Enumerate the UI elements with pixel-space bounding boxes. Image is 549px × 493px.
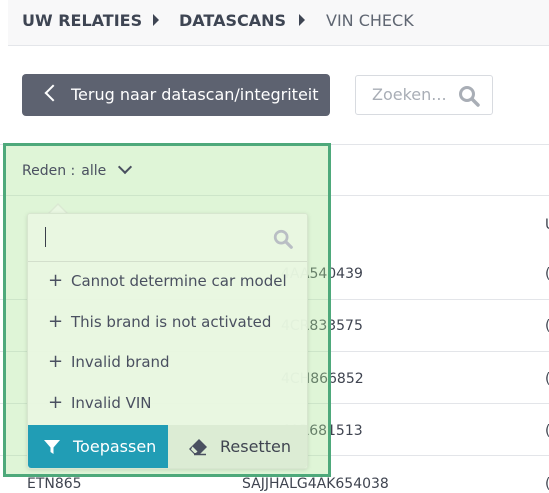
apply-button-label: Toepassen (73, 437, 157, 456)
plus-icon: + (48, 351, 64, 372)
chevron-left-icon (44, 84, 62, 102)
filter-option-label: Invalid VIN (71, 394, 152, 412)
table-cell: ( (545, 265, 549, 283)
apply-button[interactable]: Toepassen (28, 425, 168, 468)
filter-option-label: Cannot determine car model (71, 272, 287, 290)
filter-option-label: Invalid brand (71, 353, 170, 371)
filter-option-label: This brand is not activated (71, 313, 272, 331)
text-cursor (45, 227, 46, 247)
plus-icon: + (48, 270, 64, 291)
breadcrumb-item-datascans[interactable]: DATASCANS (179, 11, 286, 31)
breadcrumb-separator-icon (153, 14, 159, 26)
search-input[interactable]: Zoeken... (355, 75, 493, 115)
table-cell: ( (545, 422, 549, 440)
table-cell: ( (545, 475, 549, 493)
search-icon[interactable] (457, 84, 481, 112)
search-icon (272, 228, 294, 254)
filter-funnel-icon (42, 437, 62, 461)
reset-button[interactable]: Resetten (168, 425, 307, 468)
reason-filter-dropdown: + Cannot determine car model + This bran… (27, 213, 308, 469)
breadcrumb-item-vin-check: VIN CHECK (326, 11, 414, 30)
breadcrumb-separator-icon (299, 14, 305, 26)
filter-option[interactable]: + Cannot determine car model (28, 262, 307, 302)
table-cell-vin: SAJJHALG4AK654038 (242, 476, 389, 492)
table-cell: ( (545, 317, 549, 335)
eraser-icon (188, 438, 208, 460)
plus-icon: + (48, 311, 64, 332)
filter-option[interactable]: + Invalid brand (28, 343, 307, 383)
filter-search-input[interactable] (28, 214, 307, 262)
plus-icon: + (48, 392, 64, 413)
reason-filter-value: alle (81, 163, 107, 179)
reason-filter-toggle[interactable]: Reden : alle (22, 162, 106, 180)
back-button-label: Terug naar datascan/integriteit (71, 85, 319, 104)
table-cell-plate: ETN865 (27, 476, 82, 492)
table-header-cell: U (545, 216, 549, 234)
search-placeholder: Zoeken... (372, 85, 447, 104)
reset-button-label: Resetten (220, 437, 291, 456)
breadcrumb: UW RELATIES DATASCANS VIN CHECK (8, 0, 549, 46)
breadcrumb-item-uw-relaties[interactable]: UW RELATIES (22, 11, 142, 31)
filter-option[interactable]: + Invalid VIN (28, 384, 307, 424)
table-cell: ( (545, 370, 549, 388)
reason-filter-label: Reden : (22, 163, 76, 179)
filter-option[interactable]: + This brand is not activated (28, 303, 307, 343)
back-to-datascan-button[interactable]: Terug naar datascan/integriteit (22, 74, 330, 116)
